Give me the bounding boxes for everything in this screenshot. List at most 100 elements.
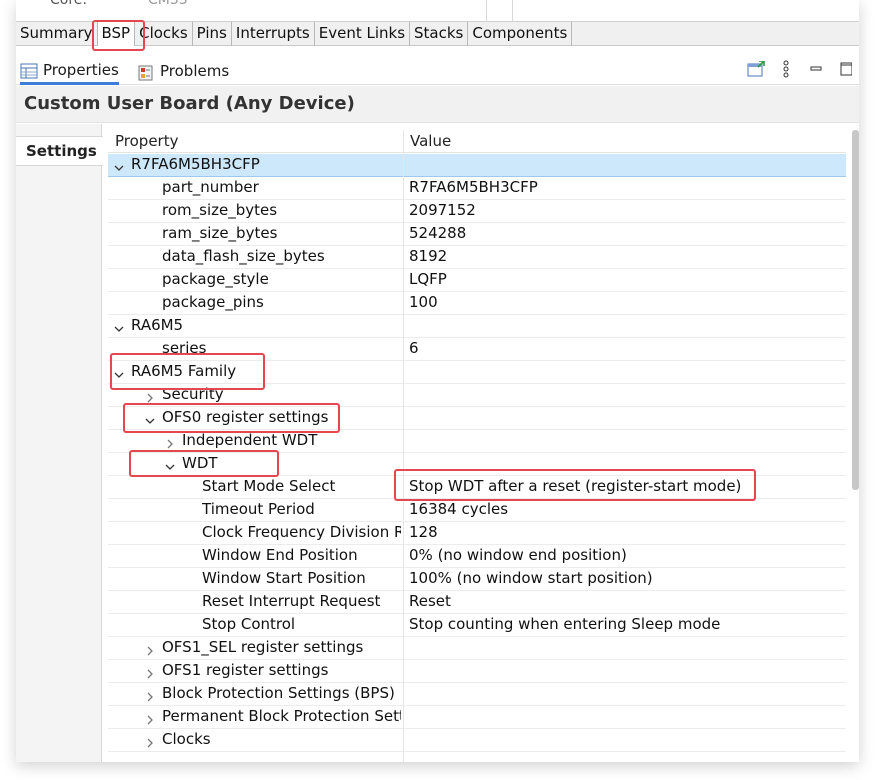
property-value[interactable]: Stop WDT after a reset (register-start m… bbox=[409, 477, 741, 495]
property-name: Clocks bbox=[162, 730, 211, 748]
property-value[interactable]: LQFP bbox=[409, 270, 447, 288]
chevron-down-icon[interactable] bbox=[114, 366, 124, 378]
property-name: package_style bbox=[162, 270, 269, 288]
minimize-icon[interactable] bbox=[807, 60, 825, 78]
vertical-scrollbar[interactable] bbox=[852, 130, 859, 490]
table-row[interactable]: Clock Frequency Division Rat 128 bbox=[108, 522, 846, 545]
chevron-down-icon[interactable] bbox=[145, 412, 155, 424]
property-name: ram_size_bytes bbox=[162, 224, 278, 242]
property-name: Block Protection Settings (BPS) bbox=[162, 684, 395, 702]
core-value: CM33 bbox=[148, 0, 188, 8]
chevron-right-icon[interactable] bbox=[145, 734, 155, 748]
property-name: rom_size_bytes bbox=[162, 201, 278, 219]
table-row[interactable]: OFS1_SEL register settings bbox=[108, 637, 846, 660]
table-row[interactable]: rom_size_bytes 2097152 bbox=[108, 200, 846, 223]
property-name: series bbox=[162, 339, 207, 357]
tab-interrupts[interactable]: Interrupts bbox=[232, 22, 315, 46]
table-row[interactable]: Stop Control Stop counting when entering … bbox=[108, 614, 846, 637]
property-value[interactable]: 2097152 bbox=[409, 201, 476, 219]
tab-properties[interactable]: Properties bbox=[20, 58, 119, 85]
view-toolbar-actions bbox=[747, 60, 855, 78]
property-name: Start Mode Select bbox=[202, 477, 336, 495]
tab-clocks[interactable]: Clocks bbox=[135, 22, 193, 46]
property-table: Property Value R7FA6M5BH3CFP part_number R… bbox=[108, 130, 846, 762]
table-row[interactable]: Clocks bbox=[108, 729, 846, 752]
table-row[interactable]: Block Protection Settings (BPS) bbox=[108, 683, 846, 706]
table-row[interactable]: Security bbox=[108, 384, 846, 407]
chevron-down-icon[interactable] bbox=[165, 458, 175, 470]
property-value[interactable]: 6 bbox=[409, 339, 419, 357]
property-value[interactable]: 100 bbox=[409, 293, 438, 311]
property-value[interactable]: Reset bbox=[409, 592, 451, 610]
tab-components[interactable]: Components bbox=[468, 22, 573, 46]
settings-tab-column: Settings bbox=[16, 124, 103, 762]
property-value[interactable]: 524288 bbox=[409, 224, 466, 242]
tab-pins[interactable]: Pins bbox=[193, 22, 232, 46]
tab-problems[interactable]: Problems bbox=[137, 58, 229, 85]
table-row[interactable]: ram_size_bytes 524288 bbox=[108, 223, 846, 246]
chevron-right-icon[interactable] bbox=[145, 642, 155, 656]
property-name: Timeout Period bbox=[202, 500, 315, 518]
property-value[interactable]: 100% (no window start position) bbox=[409, 569, 653, 587]
table-row[interactable]: R7FA6M5BH3CFP bbox=[108, 154, 846, 177]
chevron-down-icon[interactable] bbox=[114, 159, 124, 171]
table-row[interactable]: RA6M5 bbox=[108, 315, 846, 338]
property-name: package_pins bbox=[162, 293, 264, 311]
property-value[interactable]: Stop counting when entering Sleep mode bbox=[409, 615, 720, 633]
chevron-right-icon[interactable] bbox=[145, 389, 155, 403]
table-row[interactable]: Window End Position 0% (no window end po… bbox=[108, 545, 846, 568]
properties-label: Properties bbox=[43, 60, 119, 79]
chevron-right-icon[interactable] bbox=[145, 711, 155, 725]
kebab-menu-icon[interactable] bbox=[777, 60, 795, 78]
table-row[interactable]: package_style LQFP bbox=[108, 269, 846, 292]
table-row[interactable]: package_pins 100 bbox=[108, 292, 846, 315]
column-header-value[interactable]: Value bbox=[410, 132, 451, 150]
maximize-icon[interactable] bbox=[837, 60, 855, 78]
property-name: Security bbox=[162, 385, 224, 403]
table-row[interactable]: Timeout Period 16384 cycles bbox=[108, 499, 846, 522]
property-name: RA6M5 bbox=[131, 316, 184, 334]
properties-icon bbox=[20, 62, 38, 79]
table-row[interactable]: Independent WDT bbox=[108, 430, 846, 453]
editor-tab-bar: Summary BSP Clocks Pins Interrupts Event… bbox=[16, 21, 859, 46]
table-row[interactable]: Permanent Block Protection Settin bbox=[108, 706, 846, 729]
property-name: Stop Control bbox=[202, 615, 296, 633]
new-view-icon[interactable] bbox=[747, 60, 765, 78]
property-value[interactable]: 8192 bbox=[409, 247, 447, 265]
table-row[interactable]: part_number R7FA6M5BH3CFP bbox=[108, 177, 846, 200]
core-label: Core: bbox=[50, 0, 88, 8]
property-name: Window End Position bbox=[202, 546, 358, 564]
table-row[interactable]: OFS1 register settings bbox=[108, 660, 846, 683]
table-row[interactable]: Start Mode Select Stop WDT after a reset … bbox=[108, 476, 846, 499]
table-row[interactable]: series 6 bbox=[108, 338, 846, 361]
property-value[interactable]: 16384 cycles bbox=[409, 500, 508, 518]
chevron-down-icon[interactable] bbox=[114, 320, 124, 332]
tab-event-links[interactable]: Event Links bbox=[315, 22, 411, 46]
property-name: data_flash_size_bytes bbox=[162, 247, 325, 265]
divider bbox=[486, 0, 487, 21]
tab-bsp[interactable]: BSP bbox=[97, 22, 136, 46]
chevron-right-icon[interactable] bbox=[165, 435, 175, 449]
tab-settings[interactable]: Settings bbox=[16, 136, 103, 166]
chevron-right-icon[interactable] bbox=[145, 665, 155, 679]
tab-stacks[interactable]: Stacks bbox=[410, 22, 469, 46]
chevron-right-icon[interactable] bbox=[145, 688, 155, 702]
property-name: WDT bbox=[182, 454, 218, 472]
table-row[interactable]: RA6M5 Family bbox=[108, 361, 846, 384]
table-row[interactable]: Window Start Position 100% (no window sta… bbox=[108, 568, 846, 591]
property-value[interactable]: R7FA6M5BH3CFP bbox=[409, 178, 538, 196]
tab-summary[interactable]: Summary bbox=[16, 22, 98, 46]
table-header: Property Value bbox=[108, 130, 846, 153]
property-name: Independent WDT bbox=[182, 431, 318, 449]
table-row[interactable]: Reset Interrupt Request Reset bbox=[108, 591, 846, 614]
property-name: OFS1 register settings bbox=[162, 661, 329, 679]
column-header-property[interactable]: Property bbox=[115, 132, 178, 150]
property-name: Reset Interrupt Request bbox=[202, 592, 381, 610]
property-value[interactable]: 128 bbox=[409, 523, 438, 541]
table-row[interactable]: WDT bbox=[108, 453, 846, 476]
view-toolbar: Properties Problems bbox=[16, 56, 859, 85]
property-value[interactable]: 0% (no window end position) bbox=[409, 546, 627, 564]
table-row[interactable]: data_flash_size_bytes 8192 bbox=[108, 246, 846, 269]
property-name: RA6M5 Family bbox=[131, 362, 237, 380]
table-row[interactable]: OFS0 register settings bbox=[108, 407, 846, 430]
